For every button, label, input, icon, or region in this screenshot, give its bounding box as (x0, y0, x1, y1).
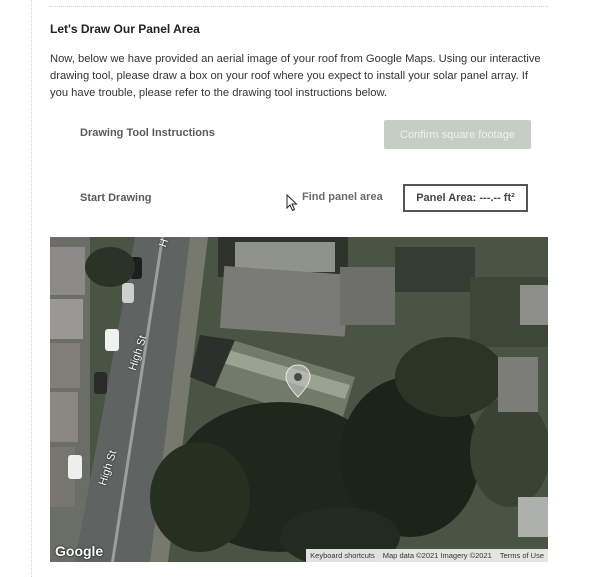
left-dotted-border (31, 0, 32, 577)
panel-area-display: Panel Area: ---.-- ft² (403, 184, 528, 212)
mouse-pointer-icon (286, 194, 298, 212)
section-title: Let's Draw Our Panel Area (50, 22, 200, 36)
keyboard-shortcuts-link[interactable]: Keyboard shortcuts (310, 551, 375, 560)
map-data-credit: Map data ©2021 Imagery ©2021 (382, 551, 492, 560)
terms-of-use-link[interactable]: Terms of Use (500, 551, 544, 560)
drawing-tool-instructions-link[interactable]: Drawing Tool Instructions (80, 127, 215, 139)
section-description: Now, below we have provided an aerial im… (50, 53, 541, 99)
start-drawing-link[interactable]: Start Drawing (80, 192, 152, 204)
google-logo: Google (55, 543, 104, 559)
top-dotted-divider (50, 6, 548, 7)
car (105, 329, 119, 351)
map-attribution: Keyboard shortcuts Map data ©2021 Imager… (306, 549, 548, 562)
find-panel-area-link[interactable]: Find panel area (302, 191, 383, 203)
satellite-imagery (50, 237, 548, 562)
aerial-map[interactable]: High St High St H Google Keyboard shortc… (50, 237, 548, 562)
confirm-square-footage-button[interactable]: Confirm square footage (384, 120, 531, 149)
